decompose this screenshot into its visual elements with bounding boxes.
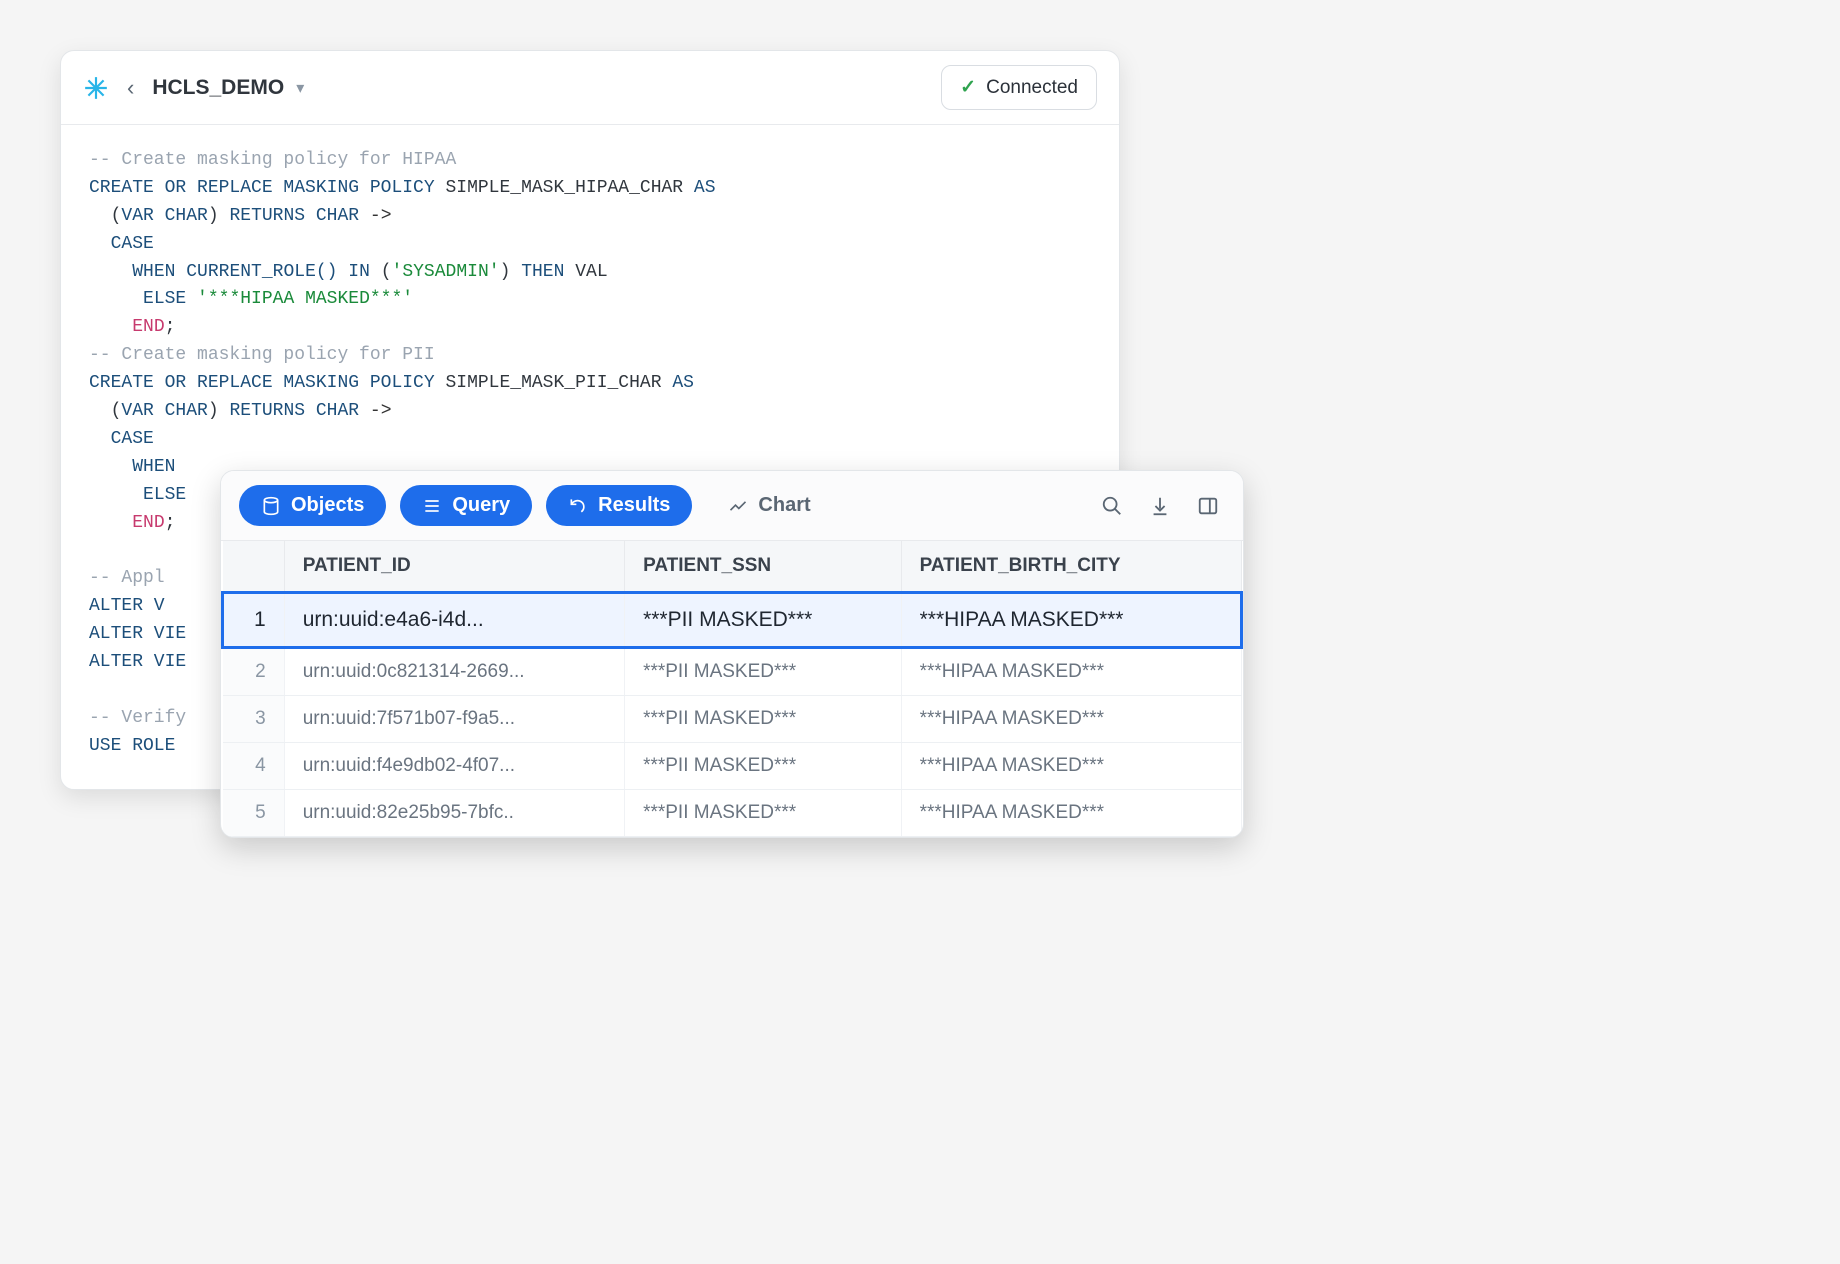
cell-patient-ssn[interactable]: ***PII MASKED*** [625,696,902,743]
col-header-patient-id[interactable]: PATIENT_ID [284,541,624,593]
worksheet-name[interactable]: HCLS_DEMO [152,76,284,100]
cell-patient-ssn[interactable]: ***PII MASKED*** [625,743,902,790]
table-row[interactable]: 2urn:uuid:0c821314-2669...***PII MASKED*… [223,648,1242,696]
tab-chart[interactable]: Chart [706,485,832,526]
results-tabs: Objects Query Results Chart [221,471,1243,541]
row-number: 2 [223,648,285,696]
search-button[interactable] [1095,489,1129,523]
search-icon [1101,495,1123,517]
panel-toggle-button[interactable] [1191,489,1225,523]
tab-results-label: Results [598,494,670,517]
cell-patient-birth-city[interactable]: ***HIPAA MASKED*** [901,743,1241,790]
cell-patient-ssn[interactable]: ***PII MASKED*** [625,790,902,837]
snowflake-logo-icon [83,75,109,101]
row-number: 4 [223,743,285,790]
cell-patient-birth-city[interactable]: ***HIPAA MASKED*** [901,648,1241,696]
cell-patient-birth-city[interactable]: ***HIPAA MASKED*** [901,790,1241,837]
tab-objects[interactable]: Objects [239,485,386,526]
row-number: 5 [223,790,285,837]
cell-patient-ssn[interactable]: ***PII MASKED*** [625,648,902,696]
cell-patient-id[interactable]: urn:uuid:e4a6-i4d... [284,593,624,648]
cell-patient-ssn[interactable]: ***PII MASKED*** [625,593,902,648]
cell-patient-birth-city[interactable]: ***HIPAA MASKED*** [901,593,1241,648]
cell-patient-id[interactable]: urn:uuid:82e25b95-7bfc.. [284,790,624,837]
worksheet-menu-chevron-icon[interactable]: ▾ [296,78,304,98]
tab-chart-label: Chart [758,494,810,517]
tab-results[interactable]: Results [546,485,692,526]
download-button[interactable] [1143,489,1177,523]
table-row[interactable]: 4urn:uuid:f4e9db02-4f07...***PII MASKED*… [223,743,1242,790]
header-left: ‹ HCLS_DEMO ▾ [83,75,304,101]
back-button[interactable]: ‹ [121,75,140,101]
row-number: 3 [223,696,285,743]
chart-line-icon [728,496,748,516]
connection-status-label: Connected [986,77,1078,99]
col-header-patient-ssn[interactable]: PATIENT_SSN [625,541,902,593]
panel-icon [1197,495,1219,517]
arrow-return-icon [568,496,588,516]
tab-objects-label: Objects [291,494,364,517]
cell-patient-id[interactable]: urn:uuid:f4e9db02-4f07... [284,743,624,790]
editor-header: ‹ HCLS_DEMO ▾ ✓ Connected [61,51,1119,125]
check-icon: ✓ [960,76,976,99]
cell-patient-id[interactable]: urn:uuid:0c821314-2669... [284,648,624,696]
results-panel: Objects Query Results Chart [220,470,1244,838]
tab-query[interactable]: Query [400,485,532,526]
cell-patient-id[interactable]: urn:uuid:7f571b07-f9a5... [284,696,624,743]
rownum-header [223,541,285,593]
list-icon [422,496,442,516]
download-icon [1149,495,1171,517]
table-row[interactable]: 5urn:uuid:82e25b95-7bfc..***PII MASKED**… [223,790,1242,837]
row-number: 1 [223,593,285,648]
tab-query-label: Query [452,494,510,517]
col-header-patient-birth-city[interactable]: PATIENT_BIRTH_CITY [901,541,1241,593]
table-row[interactable]: 3urn:uuid:7f571b07-f9a5...***PII MASKED*… [223,696,1242,743]
connection-status-button[interactable]: ✓ Connected [941,65,1097,110]
cell-patient-birth-city[interactable]: ***HIPAA MASKED*** [901,696,1241,743]
database-icon [261,496,281,516]
results-table: PATIENT_ID PATIENT_SSN PATIENT_BIRTH_CIT… [221,541,1243,837]
table-row[interactable]: 1urn:uuid:e4a6-i4d...***PII MASKED******… [223,593,1242,648]
